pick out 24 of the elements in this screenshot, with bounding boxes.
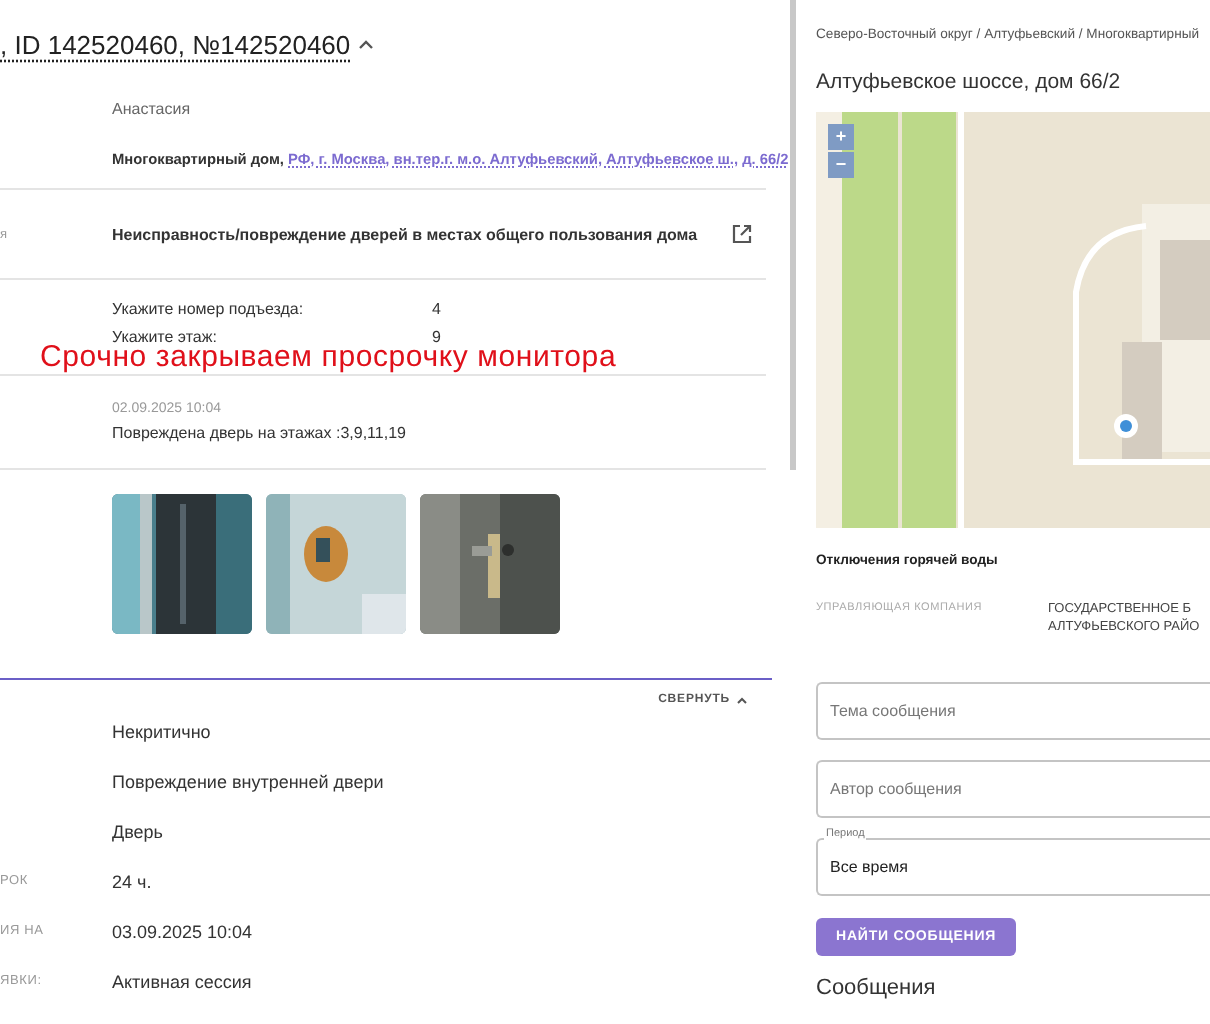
field-value: Некритично xyxy=(112,721,213,741)
zoom-out-button[interactable]: − xyxy=(828,152,854,178)
answer-value: 4 xyxy=(432,300,443,318)
question-label: Укажите номер подъезда: xyxy=(112,300,306,318)
field-value: 03.09.2025 10:04 xyxy=(112,921,255,941)
input-field[interactable]: Тема сообщения xyxy=(816,682,1210,740)
field-value: 24 ч. xyxy=(112,871,154,891)
input-field[interactable]: Автор сообщения xyxy=(816,760,1210,818)
field-value: Дверь xyxy=(112,821,165,841)
zoom-in-button[interactable]: + xyxy=(828,124,854,150)
field-value: Повреждение внутренней двери xyxy=(112,771,386,791)
external-link-icon[interactable] xyxy=(732,224,752,244)
period-select[interactable]: Все время xyxy=(816,838,1210,896)
address-title: Алтуфьевское шоссе, дом 66/2 xyxy=(816,70,1123,94)
chevron-icon[interactable] xyxy=(358,38,375,50)
field-value: Активная сессия xyxy=(112,971,254,991)
applicant-name: Анастасия xyxy=(112,99,193,117)
section-heading: Сообщения xyxy=(816,976,938,1000)
answer-value: 9 xyxy=(432,328,443,346)
annotation-text: Срочно закрываем просрочку монитора xyxy=(40,340,617,374)
request-title: , ID 142520460, №142520460 xyxy=(0,29,351,59)
problem-text: Неисправность/повреждение дверей в местах общего пользования дома xyxy=(112,225,700,243)
question-label: Укажите этаж: xyxy=(112,328,219,346)
comment-text: Повреждена дверь на этажах :3,9,11,19 xyxy=(112,424,408,442)
